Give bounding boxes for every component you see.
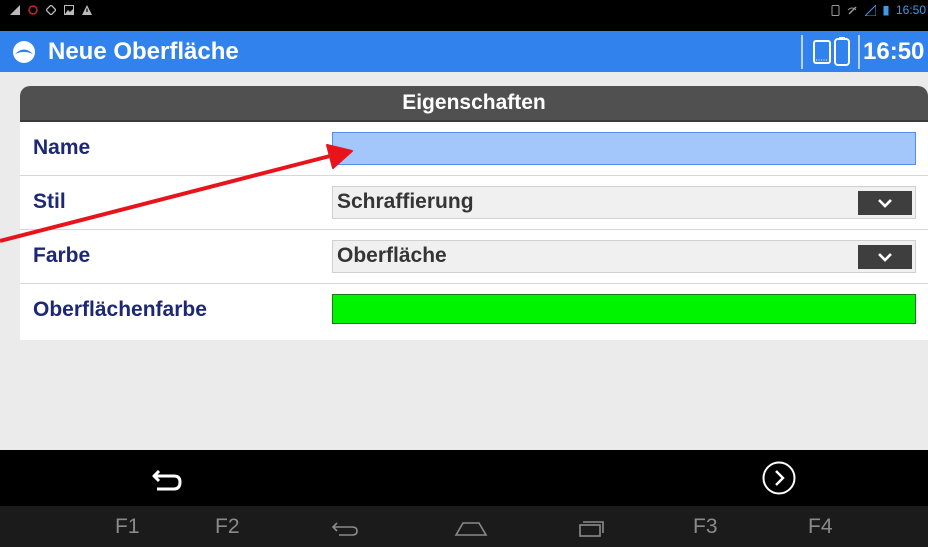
image-icon [64,5,74,15]
system-status: 16:50 [831,3,926,17]
panel-header: Eigenschaften [20,86,928,122]
appbar-clock: 16:50 [863,38,925,65]
action-bar [0,450,928,506]
f1-key[interactable]: F1 [115,515,140,539]
style-dropdown-button[interactable] [858,191,912,215]
nav-bar: F1 F2 F3 F4 [0,506,928,547]
status-bar: 16:50 [0,0,928,31]
surface-color-swatch[interactable] [332,294,916,324]
signal-icon [10,5,20,15]
next-circle-icon[interactable] [761,460,797,496]
surface-color-label: Oberflächenfarbe [33,298,207,321]
wifi-signal-icon [864,4,876,16]
status-time: 16:50 [895,3,926,17]
name-label: Name [33,136,91,159]
property-row-name: Name [20,122,928,176]
f4-key[interactable]: F4 [808,515,833,539]
alarm-icon [28,5,38,15]
app-screen: 16:50 Neue Oberfläche 16:50 Eigenschafte… [0,0,928,547]
color-dropdown-button[interactable] [858,245,912,269]
back-undo-icon[interactable] [150,468,184,494]
notification-icons [10,5,92,15]
color-label: Farbe [33,244,91,267]
style-label: Stil [33,190,66,213]
app-bar: Neue Oberfläche 16:50 [0,31,928,72]
property-row-color: Farbe Oberfläche [20,230,928,284]
name-input[interactable] [332,132,916,165]
f3-key[interactable]: F3 [693,515,718,539]
property-row-surface-color: Oberflächenfarbe [20,284,928,338]
chevron-down-icon [878,253,892,262]
appbar-divider [801,35,803,69]
app-logo-icon[interactable] [13,41,35,63]
chevron-down-icon [878,199,892,208]
back-nav-icon[interactable] [330,519,360,537]
property-row-style: Stil Schraffierung [20,176,928,230]
f2-key[interactable]: F2 [215,515,240,539]
battery-icon [883,5,889,15]
device-icon[interactable] [811,36,857,68]
warning-icon [82,5,92,15]
properties-panel: Eigenschaften Name Stil Schraffierung Fa… [20,86,928,340]
location-icon [46,5,56,15]
style-select-value: Schraffierung [337,190,474,213]
color-select-value: Oberfläche [337,244,447,267]
no-call-icon [847,6,857,14]
recent-apps-icon[interactable] [577,518,605,538]
color-select[interactable]: Oberfläche [332,240,916,273]
vibrate-icon [831,4,840,16]
home-nav-icon[interactable] [453,519,489,537]
appbar-divider [858,35,860,69]
page-title: Neue Oberfläche [48,38,239,65]
style-select[interactable]: Schraffierung [332,186,916,219]
